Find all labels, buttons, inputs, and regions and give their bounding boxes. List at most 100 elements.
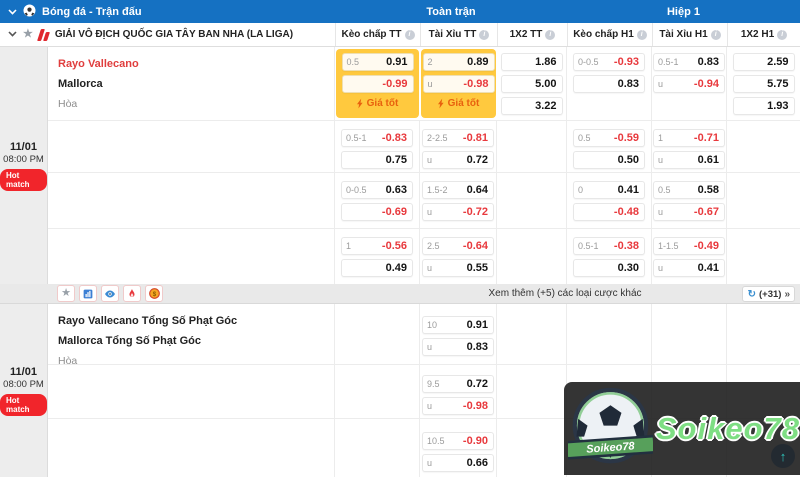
odds-box[interactable]: u0.83 [422, 338, 494, 356]
coin-icon: $ [149, 288, 160, 299]
1x2-h1-cell [727, 304, 800, 371]
svg-text:$: $ [152, 291, 156, 298]
odds-box[interactable]: 0.5-0.59 [573, 129, 645, 147]
handicap-h1-cell: 00.41 -0.48 [567, 173, 652, 228]
odds-box[interactable]: 0.30 [573, 259, 645, 277]
info-icon[interactable] [479, 30, 489, 40]
info-icon[interactable] [711, 30, 721, 40]
odds-box[interactable]: u-0.94 [653, 75, 725, 93]
league-collapse-chevron-icon[interactable] [8, 29, 17, 40]
refresh-icon: ↻ [748, 289, 756, 300]
handicap-ft-best-price-cell: 0.50.91 -0.99 Giá tốt [336, 49, 419, 118]
column-header-1x2-ft: 1X2 TT [497, 23, 567, 46]
odds-box[interactable]: 1.93 [733, 97, 795, 115]
odds-box[interactable]: 1-0.56 [341, 237, 413, 255]
overunder-h1-cell: 0.50.58 u-0.67 [652, 173, 727, 228]
sport-title: Bóng đá - Trận đấu [42, 6, 142, 18]
1x2-h1-cell [727, 365, 800, 419]
hot-match-badge: Hot match [0, 394, 47, 416]
laliga-logo-icon [37, 29, 51, 41]
odds-box[interactable]: 0.50.58 [653, 181, 725, 199]
scroll-to-top-button[interactable]: ↑ [771, 444, 795, 468]
show-more-bets-link[interactable]: Xem thêm (+5) các loại cược khác [488, 288, 641, 299]
overunder-ft-cell: 10.5-0.90 u0.66 [420, 419, 497, 477]
odds-box[interactable]: u0.66 [422, 454, 494, 472]
good-price-label: Giá tốt [421, 98, 496, 109]
overunder-h1-cell [652, 419, 727, 477]
odds-box[interactable]: 0-0.5-0.93 [573, 53, 645, 71]
odds-box[interactable]: 20.89 [423, 53, 495, 71]
odds-box[interactable]: -0.99 [342, 75, 414, 93]
odds-box[interactable]: u0.55 [422, 259, 494, 277]
odds-box[interactable]: 0.5-1-0.38 [573, 237, 645, 255]
soccer-ball-icon [23, 4, 36, 20]
odds-box[interactable]: 10.5-0.90 [422, 432, 494, 450]
odds-box[interactable]: 1.5-20.64 [422, 181, 494, 199]
odds-box[interactable]: 100.91 [422, 316, 494, 334]
statistics-button[interactable] [79, 285, 97, 302]
teams-spacer [48, 229, 335, 284]
1x2-ft-cell [497, 173, 567, 228]
odds-box[interactable]: u-0.98 [422, 397, 494, 415]
odds-box[interactable]: 0.50.91 [342, 53, 414, 71]
1x2-h1-cell [727, 173, 800, 228]
overunder-ft-cell: 1.5-20.64 u-0.72 [420, 173, 497, 228]
more-markets-button[interactable]: ↻ (+31) » [742, 286, 795, 302]
odds-box[interactable]: 0.83 [573, 75, 645, 93]
info-icon[interactable] [405, 30, 415, 40]
handicap-ft-cell: 0-0.50.63 -0.69 [335, 173, 420, 228]
odds-box[interactable]: 9.50.72 [422, 375, 494, 393]
1x2-h1-cell [727, 121, 800, 173]
handicap-h1-cell [567, 419, 652, 477]
odds-box[interactable]: 5.75 [733, 75, 795, 93]
odds-box[interactable]: 2.5-0.64 [422, 237, 494, 255]
home-team: Rayo Vallecano [58, 54, 334, 74]
odds-box[interactable]: 3.22 [501, 97, 563, 115]
odds-box[interactable]: 0.5-1-0.83 [341, 129, 413, 147]
odds-box[interactable]: u0.41 [653, 259, 725, 277]
column-header-overunder-ft: Tài Xỉu TT [420, 23, 497, 46]
odds-box[interactable]: 0.75 [341, 151, 413, 169]
handicap-ft-cell: 1-0.56 0.49 [335, 229, 420, 284]
info-icon[interactable] [545, 30, 555, 40]
odds-box[interactable]: u0.72 [422, 151, 494, 169]
odds-box[interactable]: -0.48 [573, 203, 645, 221]
odds-box[interactable]: 2-2.5-0.81 [422, 129, 494, 147]
teams-spacer [48, 419, 335, 477]
odds-box[interactable]: u-0.98 [423, 75, 495, 93]
odds-box[interactable]: 5.00 [501, 75, 563, 93]
odds-box[interactable]: u-0.72 [422, 203, 494, 221]
odds-box[interactable]: 2.59 [733, 53, 795, 71]
1x2-ft-cell [497, 121, 567, 173]
odds-box[interactable]: 1.86 [501, 53, 563, 71]
overunder-ft-cell: 2-2.5-0.81 u0.72 [420, 121, 497, 173]
odds-box[interactable]: u0.61 [653, 151, 725, 169]
hot-match-badge: Hot match [0, 169, 47, 191]
odds-box[interactable]: 0-0.50.63 [341, 181, 413, 199]
odds-box[interactable]: 1-1.5-0.49 [653, 237, 725, 255]
column-header-overunder-h1: Tài Xỉu H1 [652, 23, 727, 46]
overunder-h1-cell: 1-0.71 u0.61 [652, 121, 727, 173]
teams-spacer [48, 365, 335, 419]
collapse-chevron-icon[interactable] [8, 6, 17, 18]
match-row-corners: 11/01 08:00 PM Hot match Rayo Vallecano … [0, 304, 800, 477]
hot-button[interactable] [123, 285, 141, 302]
favorite-star-button[interactable]: ★ [57, 285, 75, 302]
odds-box[interactable]: 0.5-10.83 [653, 53, 725, 71]
odds-box[interactable]: -0.69 [341, 203, 413, 221]
odds-box[interactable]: 00.41 [573, 181, 645, 199]
handicap-ft-cell [335, 365, 420, 419]
watch-button[interactable] [101, 285, 119, 302]
draw-label: Hòa [58, 94, 334, 114]
odds-box[interactable]: u-0.67 [653, 203, 725, 221]
coin-button[interactable]: $ [145, 285, 163, 302]
info-icon[interactable] [777, 30, 787, 40]
favorite-star-icon[interactable]: ★ [23, 29, 33, 40]
info-icon[interactable] [637, 30, 647, 40]
overunder-h1-cell: 0.5-10.83 u-0.94 [652, 47, 727, 120]
odds-box[interactable]: 0.50 [573, 151, 645, 169]
odds-box[interactable]: 1-0.71 [653, 129, 725, 147]
overunder-h1-cell [652, 365, 727, 419]
column-header-1x2-h1: 1X2 H1 [727, 23, 800, 46]
odds-box[interactable]: 0.49 [341, 259, 413, 277]
